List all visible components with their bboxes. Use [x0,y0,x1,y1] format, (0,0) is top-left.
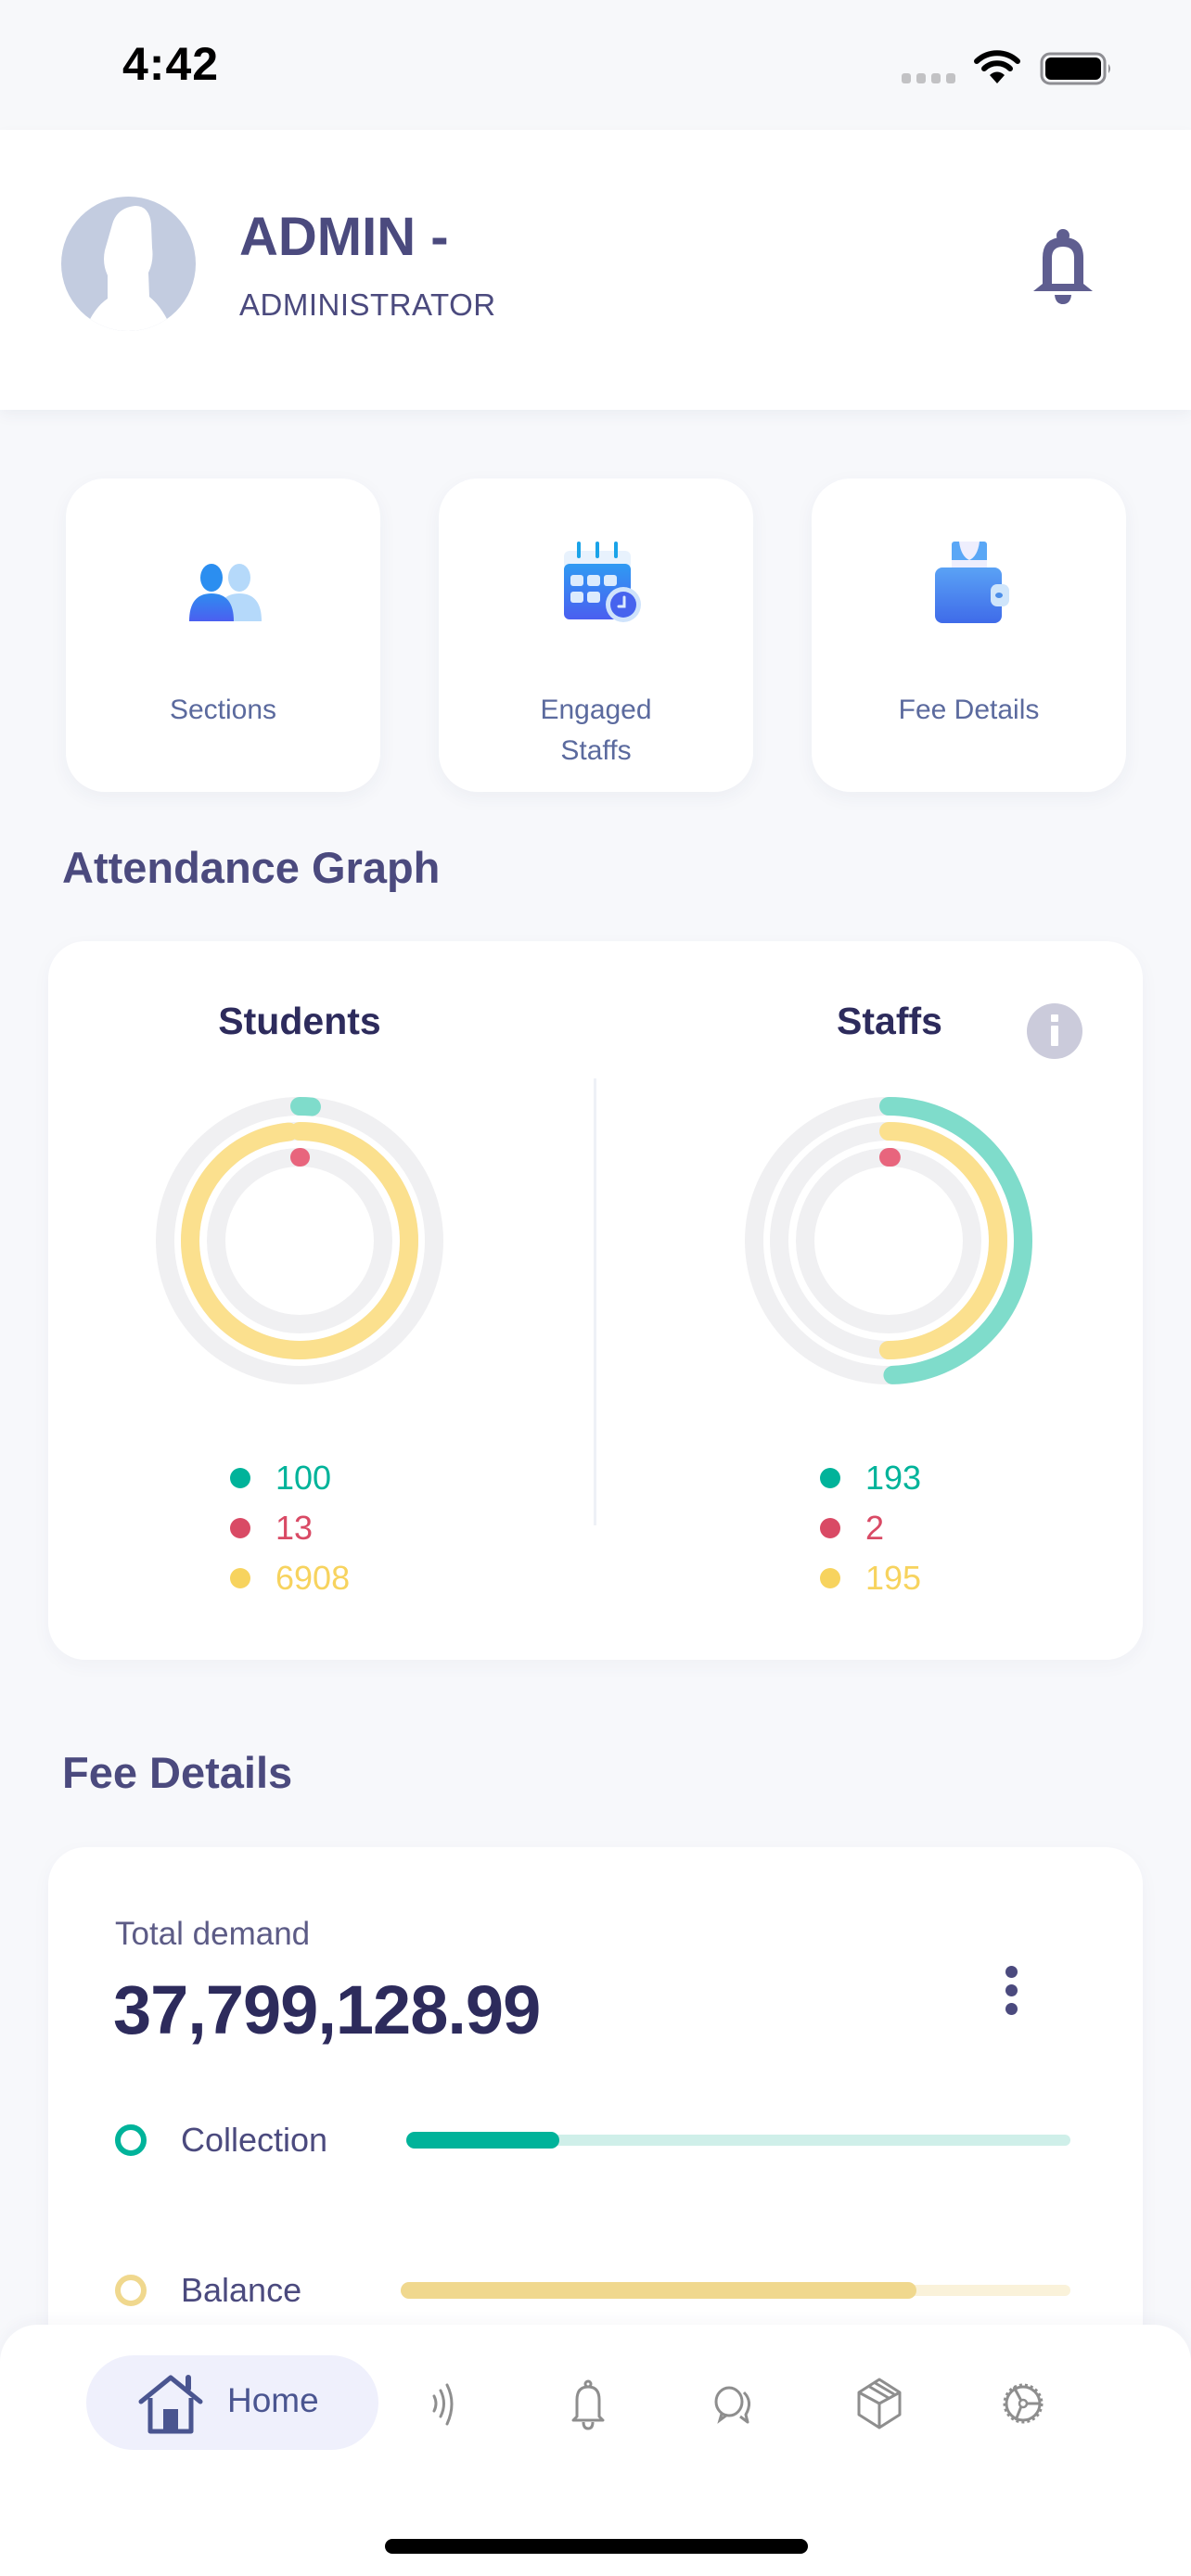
staffs-chart-title: Staffs [837,1000,942,1042]
balance-ring-icon [115,2275,147,2306]
wifi-icon [974,50,1020,83]
attendance-section-title: Attendance Graph [62,843,441,892]
balance-progress-bar [401,2282,1070,2299]
legend-dot-absent [820,1518,840,1538]
legend-item-total: 195 [820,1553,921,1603]
quick-card-label: Engaged Staffs [439,690,753,772]
quick-card-label-line2: Staffs [560,735,632,766]
cellular-signal-icon [902,73,955,83]
students-chart-title: Students [218,1000,381,1042]
status-time: 4:42 [122,38,220,90]
nav-home-label: Home [227,2381,319,2419]
calendar-clock-icon [563,542,641,622]
fee-row-collection: Collection [115,2121,1080,2159]
user-role: ADMINISTRATOR [239,287,496,322]
broadcast-icon[interactable] [414,2376,469,2431]
quick-card-label-line1: Engaged [540,695,652,725]
legend-dot-total [820,1568,840,1588]
legend-dot-present [230,1468,250,1488]
students-radial-chart [156,1097,443,1384]
wallet-icon [934,542,1009,623]
home-indicator[interactable] [385,2539,808,2554]
quick-card-engaged-staffs[interactable]: Engaged Staffs [439,478,753,792]
box-icon[interactable] [852,2376,907,2431]
home-icon [138,2375,203,2434]
collection-progress-fill [406,2132,559,2149]
legend-item-present: 100 [230,1453,350,1503]
quick-card-sections[interactable]: Sections [66,478,380,792]
legend-item-absent: 13 [230,1503,350,1553]
nav-item-home[interactable]: Home [86,2355,378,2450]
quick-card-label: Sections [169,695,277,725]
ring-track-absent [207,1148,392,1333]
quick-card-label: Fee Details [898,695,1040,725]
legend-item-absent: 2 [820,1503,921,1553]
info-icon[interactable] [1027,1003,1082,1059]
users-icon [188,564,262,621]
staffs-legend: 193 2 195 [820,1453,921,1603]
balance-label: Balance [181,2271,302,2309]
legend-item-total: 6908 [230,1553,350,1603]
fee-section-title: Fee Details [62,1748,293,1797]
chart-divider [594,1078,596,1525]
battery-icon [1040,52,1110,85]
legend-dot-present [820,1468,840,1488]
legend-value-absent: 2 [865,1509,885,1547]
user-name: ADMIN - [239,207,449,267]
legend-dot-total [230,1568,250,1588]
ring-track-absent [796,1148,981,1333]
collection-progress-bar [406,2132,1070,2149]
settings-icon[interactable] [995,2376,1051,2431]
default-user-avatar-icon [84,206,173,331]
fee-row-balance: Balance [115,2271,1080,2309]
balance-progress-fill [401,2282,916,2299]
total-demand-amount: 37,799,128.99 [113,1971,541,2048]
avatar[interactable] [61,197,196,331]
legend-dot-absent [230,1518,250,1538]
students-legend: 100 13 6908 [230,1453,350,1603]
collection-ring-icon [115,2124,147,2156]
notification-bell-icon[interactable] [1026,226,1100,304]
notifications-icon[interactable] [560,2376,616,2431]
total-demand-label: Total demand [115,1916,311,1952]
chat-icon[interactable] [705,2376,761,2431]
legend-value-absent: 13 [275,1509,314,1547]
kebab-menu-icon[interactable] [996,1964,1028,2018]
ring-track-present [156,1097,443,1384]
legend-item-present: 193 [820,1453,921,1503]
staffs-radial-chart [745,1097,1032,1384]
legend-value-total: 6908 [275,1559,351,1597]
collection-label: Collection [181,2121,328,2159]
quick-card-fee-details[interactable]: Fee Details [812,478,1126,792]
legend-value-present: 193 [865,1459,922,1497]
legend-value-total: 195 [865,1559,922,1597]
legend-value-present: 100 [275,1459,332,1497]
